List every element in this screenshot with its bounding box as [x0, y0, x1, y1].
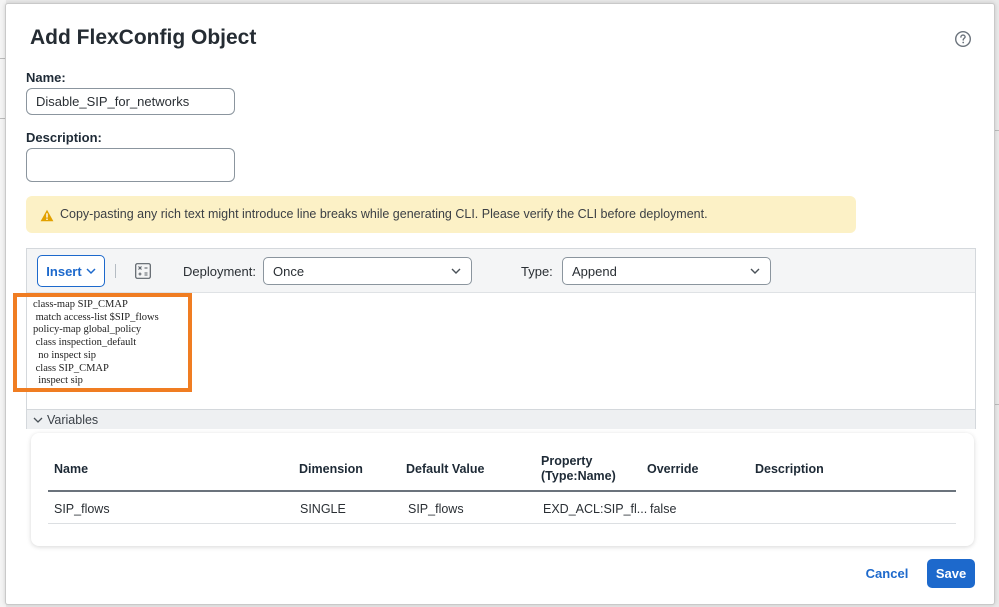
- column-header-description: Description: [755, 462, 824, 476]
- type-select-value: Append: [572, 264, 617, 279]
- table-row-divider: [48, 523, 956, 524]
- cell-override: false: [650, 502, 677, 516]
- variables-section-label: Variables: [47, 413, 99, 427]
- name-input[interactable]: [26, 88, 235, 115]
- column-header-property: Property (Type:Name): [541, 454, 616, 483]
- type-label: Type:: [521, 264, 553, 279]
- save-button[interactable]: Save: [927, 559, 975, 588]
- deployment-label: Deployment:: [183, 264, 256, 279]
- type-select[interactable]: Append: [562, 257, 771, 285]
- dialog-title: Add FlexConfig Object: [30, 26, 257, 49]
- background-divider: [995, 130, 999, 131]
- table-header-divider: [48, 490, 956, 492]
- variable-grid-icon[interactable]: [135, 263, 151, 279]
- alert-message: Copy-pasting any rich text might introdu…: [60, 207, 708, 221]
- deployment-select-value: Once: [273, 264, 305, 279]
- insert-button[interactable]: Insert: [37, 255, 105, 287]
- editor-toolbar: Insert Deployment: Once Type: Append: [27, 249, 975, 293]
- cell-default-value: SIP_flows: [408, 502, 464, 516]
- warning-triangle-icon: [40, 209, 54, 222]
- chevron-down-icon: [451, 268, 461, 274]
- cell-name: SIP_flows: [54, 502, 110, 516]
- description-input[interactable]: [26, 148, 235, 182]
- variables-table: Name Dimension Default Value Property (T…: [31, 433, 974, 546]
- chevron-down-icon: [86, 268, 96, 275]
- cell-property: EXD_ACL:SIP_fl...: [543, 502, 648, 516]
- code-highlight-annotation: [13, 293, 192, 392]
- name-label: Name:: [26, 70, 66, 85]
- column-header-dimension: Dimension: [299, 462, 363, 476]
- chevron-down-icon: [750, 268, 760, 274]
- column-header-override: Override: [647, 462, 699, 476]
- column-header-default-value: Default Value: [406, 462, 485, 476]
- question-circle-icon[interactable]: [954, 30, 972, 48]
- toolbar-separator: [115, 264, 116, 278]
- warning-alert: Copy-pasting any rich text might introdu…: [26, 196, 856, 233]
- chevron-down-icon: [33, 417, 43, 423]
- column-header-name: Name: [54, 462, 89, 476]
- description-label: Description:: [26, 130, 102, 145]
- variables-section-toggle[interactable]: Variables: [27, 409, 975, 429]
- background-divider: [995, 404, 999, 405]
- cell-dimension: SINGLE: [300, 502, 346, 516]
- cancel-button[interactable]: Cancel: [857, 559, 917, 587]
- insert-button-label: Insert: [46, 263, 82, 279]
- deployment-select[interactable]: Once: [263, 257, 472, 285]
